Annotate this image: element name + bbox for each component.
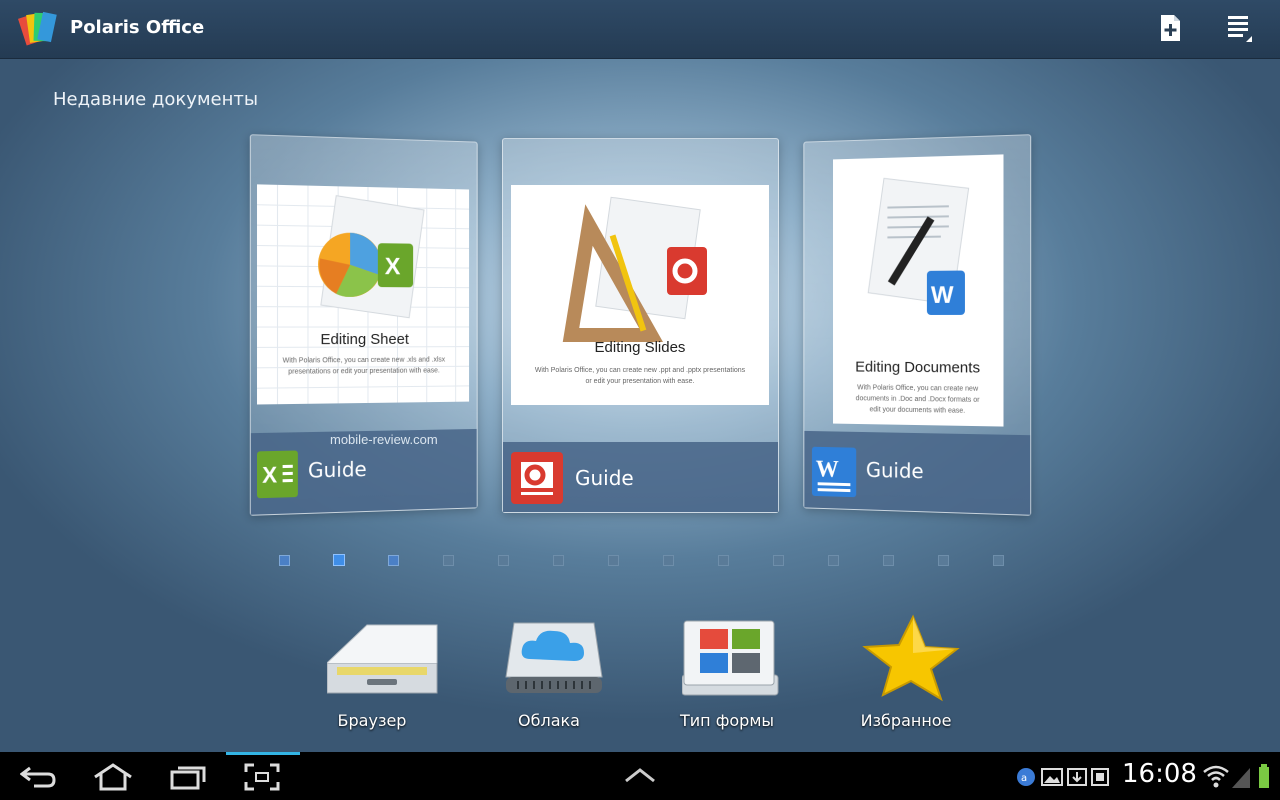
document-thumbnail: Editing Slides With Polaris Office, you … (511, 185, 769, 405)
notification-icons[interactable]: a (1016, 766, 1114, 792)
browser-button[interactable]: Браузер (287, 605, 457, 735)
back-icon (20, 764, 58, 790)
watermark-text: mobile-review.com (330, 432, 438, 447)
svg-text:W: W (931, 282, 954, 309)
word-icon: W (812, 447, 856, 501)
recent-doc-card-sheet[interactable]: X Editing Sheet With Polaris Office, you… (250, 134, 478, 516)
templates-icon (682, 613, 782, 703)
status-clock: 16:08 (1122, 759, 1197, 789)
page-dot[interactable] (498, 555, 509, 566)
dock-label: Облака (464, 711, 634, 730)
powerpoint-icon (511, 452, 563, 508)
cloud-button[interactable]: Облака (464, 605, 634, 735)
form-type-button[interactable]: Тип формы (642, 605, 812, 735)
document-thumbnail: W Editing Documents With Polaris Office,… (833, 154, 1003, 426)
svg-text:X: X (262, 462, 277, 488)
page-dot[interactable] (828, 555, 839, 566)
new-document-icon (1154, 12, 1186, 44)
wifi-signal-battery-icon (1202, 764, 1276, 790)
recent-apps-button[interactable] (170, 764, 208, 794)
svg-text:X: X (385, 253, 401, 280)
page-dot[interactable] (718, 555, 729, 566)
app-tray-button[interactable] (623, 766, 657, 788)
page-dot[interactable] (773, 555, 784, 566)
screenshot-button[interactable] (244, 763, 280, 795)
dock-label: Избранное (821, 711, 991, 730)
page-dot[interactable] (388, 555, 399, 566)
dock-label: Браузер (287, 711, 457, 730)
recent-doc-card-documents[interactable]: W Editing Documents With Polaris Office,… (803, 134, 1031, 516)
overflow-menu-button[interactable] (1224, 12, 1256, 44)
recent-documents-title: Недавние документы (53, 89, 258, 110)
page-dot-active[interactable] (333, 554, 345, 566)
menu-icon (1224, 12, 1256, 44)
page-indicator (0, 555, 1280, 567)
svg-text:W: W (816, 456, 839, 483)
document-thumbnail: X Editing Sheet With Polaris Office, you… (257, 184, 469, 404)
recent-doc-card-slides[interactable]: Editing Slides With Polaris Office, you … (502, 138, 779, 513)
back-button[interactable] (20, 764, 58, 794)
home-button[interactable] (92, 763, 134, 795)
card-footer: Guide (503, 442, 778, 512)
page-dot[interactable] (993, 555, 1004, 566)
card-footer: W Guide (804, 431, 1030, 515)
chevron-up-icon (623, 766, 657, 784)
thumbnail-title: Editing Sheet (257, 331, 469, 349)
screenshot-icon (244, 763, 280, 791)
cloud-icon (504, 613, 604, 703)
notification-icon: a (1016, 766, 1114, 788)
status-indicators (1202, 764, 1276, 794)
thumbnail-body: With Polaris Office, you can create new … (833, 382, 1003, 417)
page-dot[interactable] (608, 555, 619, 566)
excel-icon: X (257, 450, 298, 502)
svg-text:a: a (1021, 773, 1027, 784)
page-dot[interactable] (279, 555, 290, 566)
polaris-logo-icon (18, 8, 62, 48)
page-dot[interactable] (553, 555, 564, 566)
recent-apps-icon (170, 764, 208, 790)
page-dot[interactable] (443, 555, 454, 566)
page-dot[interactable] (938, 555, 949, 566)
page-dot[interactable] (663, 555, 674, 566)
app-title: Polaris Office (70, 17, 204, 38)
favorites-button[interactable]: Избранное (821, 605, 991, 735)
star-icon (861, 613, 961, 703)
page-dot[interactable] (883, 555, 894, 566)
thumbnail-title: Editing Documents (833, 359, 1003, 377)
thumbnail-title: Editing Slides (511, 339, 769, 356)
card-label: Guide (575, 466, 634, 490)
drive-icon (327, 613, 447, 703)
recent-apps-highlight (226, 752, 300, 755)
card-label: Guide (308, 457, 367, 483)
thumbnail-body: With Polaris Office, you can create new … (257, 354, 469, 378)
dock-label: Тип формы (642, 711, 812, 730)
new-document-button[interactable] (1154, 12, 1186, 44)
home-icon (92, 763, 134, 791)
action-bar: Polaris Office (0, 0, 1280, 59)
card-label: Guide (866, 458, 924, 483)
thumbnail-body: With Polaris Office, you can create new … (511, 365, 769, 387)
